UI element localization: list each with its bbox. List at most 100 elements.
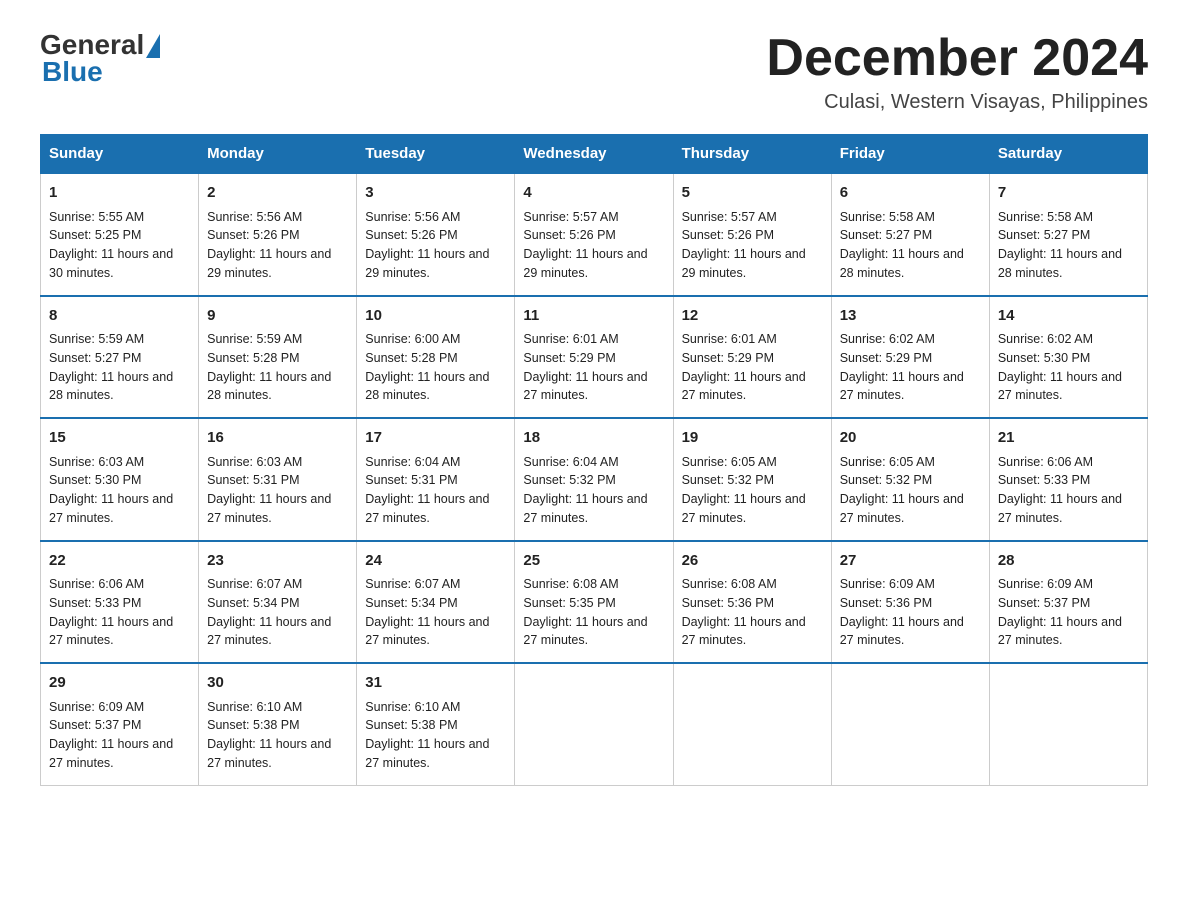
sunset-label: Sunset: 5:25 PM <box>49 228 141 242</box>
day-number: 23 <box>207 550 348 573</box>
sunrise-label: Sunrise: 6:07 AM <box>207 577 302 591</box>
sunrise-label: Sunrise: 6:03 AM <box>49 455 144 469</box>
daylight-label: Daylight: 11 hours and 29 minutes. <box>682 247 806 280</box>
sunset-label: Sunset: 5:32 PM <box>682 473 774 487</box>
cell-day: 24 Sunrise: 6:07 AM Sunset: 5:34 PM Dayl… <box>357 541 515 664</box>
daylight-label: Daylight: 11 hours and 27 minutes. <box>998 492 1122 525</box>
sunrise-label: Sunrise: 6:03 AM <box>207 455 302 469</box>
cell-day <box>989 663 1147 785</box>
sunrise-label: Sunrise: 6:05 AM <box>682 455 777 469</box>
cell-day: 26 Sunrise: 6:08 AM Sunset: 5:36 PM Dayl… <box>673 541 831 664</box>
cell-day: 17 Sunrise: 6:04 AM Sunset: 5:31 PM Dayl… <box>357 418 515 541</box>
sunrise-label: Sunrise: 6:10 AM <box>365 700 460 714</box>
cell-day: 5 Sunrise: 5:57 AM Sunset: 5:26 PM Dayli… <box>673 173 831 296</box>
sunrise-label: Sunrise: 6:09 AM <box>840 577 935 591</box>
cell-day: 28 Sunrise: 6:09 AM Sunset: 5:37 PM Dayl… <box>989 541 1147 664</box>
sunrise-label: Sunrise: 6:08 AM <box>523 577 618 591</box>
sunrise-label: Sunrise: 5:59 AM <box>49 332 144 346</box>
daylight-label: Daylight: 11 hours and 27 minutes. <box>523 370 647 403</box>
daylight-label: Daylight: 11 hours and 28 minutes. <box>207 370 331 403</box>
sunset-label: Sunset: 5:32 PM <box>840 473 932 487</box>
daylight-label: Daylight: 11 hours and 27 minutes. <box>365 737 489 770</box>
cell-day: 10 Sunrise: 6:00 AM Sunset: 5:28 PM Dayl… <box>357 296 515 419</box>
daylight-label: Daylight: 11 hours and 27 minutes. <box>682 370 806 403</box>
sunset-label: Sunset: 5:29 PM <box>523 351 615 365</box>
week-row-5: 29 Sunrise: 6:09 AM Sunset: 5:37 PM Dayl… <box>41 663 1148 785</box>
day-number: 18 <box>523 427 664 450</box>
daylight-label: Daylight: 11 hours and 27 minutes. <box>49 492 173 525</box>
day-number: 2 <box>207 182 348 205</box>
sunrise-label: Sunrise: 5:56 AM <box>365 210 460 224</box>
day-number: 28 <box>998 550 1139 573</box>
daylight-label: Daylight: 11 hours and 29 minutes. <box>523 247 647 280</box>
col-wednesday: Wednesday <box>515 135 673 174</box>
sunset-label: Sunset: 5:33 PM <box>998 473 1090 487</box>
cell-day <box>673 663 831 785</box>
day-number: 14 <box>998 305 1139 328</box>
sunrise-label: Sunrise: 6:09 AM <box>998 577 1093 591</box>
day-number: 5 <box>682 182 823 205</box>
header-row: Sunday Monday Tuesday Wednesday Thursday… <box>41 135 1148 174</box>
sunrise-label: Sunrise: 5:57 AM <box>682 210 777 224</box>
week-row-1: 1 Sunrise: 5:55 AM Sunset: 5:25 PM Dayli… <box>41 173 1148 296</box>
daylight-label: Daylight: 11 hours and 27 minutes. <box>682 615 806 648</box>
sunrise-label: Sunrise: 6:06 AM <box>49 577 144 591</box>
page-header: General Blue December 2024 Culasi, Weste… <box>40 30 1148 114</box>
daylight-label: Daylight: 11 hours and 28 minutes. <box>998 247 1122 280</box>
sunset-label: Sunset: 5:33 PM <box>49 596 141 610</box>
sunrise-label: Sunrise: 5:55 AM <box>49 210 144 224</box>
cell-day: 18 Sunrise: 6:04 AM Sunset: 5:32 PM Dayl… <box>515 418 673 541</box>
sunset-label: Sunset: 5:31 PM <box>207 473 299 487</box>
day-number: 13 <box>840 305 981 328</box>
sunset-label: Sunset: 5:26 PM <box>207 228 299 242</box>
sunset-label: Sunset: 5:28 PM <box>365 351 457 365</box>
day-number: 1 <box>49 182 190 205</box>
day-number: 29 <box>49 672 190 695</box>
day-number: 22 <box>49 550 190 573</box>
logo: General Blue <box>40 30 160 88</box>
sunset-label: Sunset: 5:26 PM <box>365 228 457 242</box>
daylight-label: Daylight: 11 hours and 27 minutes. <box>840 492 964 525</box>
day-number: 4 <box>523 182 664 205</box>
daylight-label: Daylight: 11 hours and 27 minutes. <box>998 370 1122 403</box>
sunrise-label: Sunrise: 5:58 AM <box>998 210 1093 224</box>
sunset-label: Sunset: 5:36 PM <box>682 596 774 610</box>
sunrise-label: Sunrise: 6:07 AM <box>365 577 460 591</box>
daylight-label: Daylight: 11 hours and 27 minutes. <box>207 492 331 525</box>
day-number: 19 <box>682 427 823 450</box>
cell-day <box>515 663 673 785</box>
day-number: 17 <box>365 427 506 450</box>
col-tuesday: Tuesday <box>357 135 515 174</box>
cell-day: 25 Sunrise: 6:08 AM Sunset: 5:35 PM Dayl… <box>515 541 673 664</box>
sunset-label: Sunset: 5:29 PM <box>682 351 774 365</box>
cell-day: 13 Sunrise: 6:02 AM Sunset: 5:29 PM Dayl… <box>831 296 989 419</box>
cell-day: 30 Sunrise: 6:10 AM Sunset: 5:38 PM Dayl… <box>199 663 357 785</box>
col-thursday: Thursday <box>673 135 831 174</box>
sunrise-label: Sunrise: 6:01 AM <box>682 332 777 346</box>
sunset-label: Sunset: 5:36 PM <box>840 596 932 610</box>
daylight-label: Daylight: 11 hours and 27 minutes. <box>840 615 964 648</box>
daylight-label: Daylight: 11 hours and 30 minutes. <box>49 247 173 280</box>
calendar-table: Sunday Monday Tuesday Wednesday Thursday… <box>40 134 1148 786</box>
daylight-label: Daylight: 11 hours and 27 minutes. <box>49 737 173 770</box>
sunset-label: Sunset: 5:31 PM <box>365 473 457 487</box>
month-title: December 2024 <box>766 30 1148 87</box>
daylight-label: Daylight: 11 hours and 27 minutes. <box>523 492 647 525</box>
location: Culasi, Western Visayas, Philippines <box>766 91 1148 114</box>
cell-day: 31 Sunrise: 6:10 AM Sunset: 5:38 PM Dayl… <box>357 663 515 785</box>
day-number: 3 <box>365 182 506 205</box>
cell-day: 22 Sunrise: 6:06 AM Sunset: 5:33 PM Dayl… <box>41 541 199 664</box>
day-number: 6 <box>840 182 981 205</box>
day-number: 31 <box>365 672 506 695</box>
cell-day: 4 Sunrise: 5:57 AM Sunset: 5:26 PM Dayli… <box>515 173 673 296</box>
sunrise-label: Sunrise: 6:05 AM <box>840 455 935 469</box>
daylight-label: Daylight: 11 hours and 27 minutes. <box>840 370 964 403</box>
daylight-label: Daylight: 11 hours and 28 minutes. <box>840 247 964 280</box>
sunrise-label: Sunrise: 6:04 AM <box>365 455 460 469</box>
sunrise-label: Sunrise: 6:08 AM <box>682 577 777 591</box>
sunrise-label: Sunrise: 6:02 AM <box>998 332 1093 346</box>
sunset-label: Sunset: 5:29 PM <box>840 351 932 365</box>
cell-day: 6 Sunrise: 5:58 AM Sunset: 5:27 PM Dayli… <box>831 173 989 296</box>
sunset-label: Sunset: 5:26 PM <box>523 228 615 242</box>
daylight-label: Daylight: 11 hours and 27 minutes. <box>207 737 331 770</box>
